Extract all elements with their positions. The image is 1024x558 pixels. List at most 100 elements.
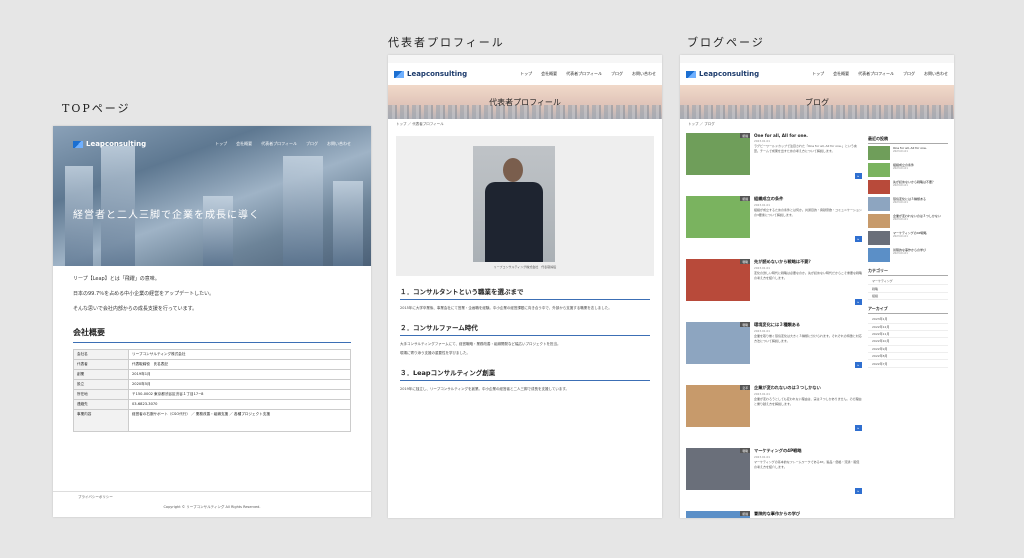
list-item[interactable]: 変革 企業が変われないのは３つしかない 2023.01.01 企業が変わろうとしても変… xyxy=(686,385,862,445)
list-item[interactable]: One for all, All for one. 2023.01.01 xyxy=(868,146,948,160)
recent-date: 2023.01.01 xyxy=(893,252,908,255)
nav-top[interactable]: トップ xyxy=(520,71,532,77)
list-item[interactable]: 企業が変われないのは３つしかない 2023.01.01 xyxy=(868,214,948,228)
read-more-button[interactable]: ▸ xyxy=(854,299,862,305)
archive-link[interactable]: 2022年12月 xyxy=(868,324,948,331)
nav-top[interactable]: トップ xyxy=(215,141,227,147)
post-title[interactable]: 組織成立の条件 xyxy=(754,196,862,202)
nav-blog[interactable]: ブログ xyxy=(903,71,915,77)
category-badge: 戦略 xyxy=(740,322,750,327)
nav-profile[interactable]: 代表者プロフィール xyxy=(858,71,894,77)
list-item[interactable]: 戦略 マーケティングの4P戦略 2023.01.01 マーケティングの基本的なフレーム… xyxy=(686,448,862,508)
post-title[interactable]: 企業が変われないのは３つしかない xyxy=(754,385,862,391)
category-badge: 組織 xyxy=(740,133,750,138)
post-thumbnail[interactable]: 戦略 xyxy=(686,322,750,364)
page-title: ブログ xyxy=(805,97,829,107)
post-date: 2023.01.01 xyxy=(754,203,771,207)
company-heading: 会社概要 xyxy=(73,328,105,337)
recent-thumbnail[interactable] xyxy=(868,248,890,262)
nav-profile[interactable]: 代表者プロフィール xyxy=(261,141,297,147)
page-title: 代表者プロフィール xyxy=(489,97,561,107)
recent-thumbnail[interactable] xyxy=(868,231,890,245)
logo[interactable]: Leapconsulting xyxy=(686,70,759,78)
category-link[interactable]: 戦略 xyxy=(868,285,948,293)
archive-link[interactable]: 2022年7月 xyxy=(868,360,948,368)
nav-contact[interactable]: お問い合わせ xyxy=(924,71,948,77)
table-row: 設立 2020年5月 xyxy=(73,379,351,390)
photo-caption: リープコンサルティング株式会社 代表取締役 xyxy=(493,265,557,269)
profile-page-screenshot: Leapconsulting トップ 会社概要 代表者プロフィール ブログ お問… xyxy=(388,55,662,518)
list-item[interactable]: 戦略 環境変化には３種類ある 2023.01.01 企業を取り巻く環境変化は大きく３種… xyxy=(686,322,862,382)
nav-blog[interactable]: ブログ xyxy=(611,71,623,77)
category-badge: 戦略 xyxy=(740,259,750,264)
list-item[interactable]: 冒険的な事作からの学び 2023.01.01 xyxy=(868,248,948,262)
breadcrumb[interactable]: トップ ／ 代表者プロフィール xyxy=(388,119,662,130)
nav-contact[interactable]: お問い合わせ xyxy=(632,71,656,77)
archive-link[interactable]: 2022年10月 xyxy=(868,338,948,346)
archive-link[interactable]: 2022年11月 xyxy=(868,331,948,339)
archive-link[interactable]: 2022年9月 xyxy=(868,346,948,353)
read-more-button[interactable]: ▸ xyxy=(854,488,862,494)
list-item[interactable]: マーケティングの4P戦略 2023.01.01 xyxy=(868,231,948,245)
recent-thumbnail[interactable] xyxy=(868,146,890,160)
list-item[interactable]: 組織成立の条件 2023.01.01 xyxy=(868,163,948,177)
post-title[interactable]: 先が読めないから戦略は不要？ xyxy=(754,259,862,265)
post-excerpt: 組織が成立するための条件とは何か。共通目的・貢献意欲・コミュニケーションの3要素… xyxy=(754,208,862,217)
list-item[interactable]: 環境変化には３種類ある 2023.01.01 xyxy=(868,197,948,211)
archive-link[interactable]: 2022年8月 xyxy=(868,353,948,361)
post-thumbnail[interactable]: 戦略 xyxy=(686,448,750,490)
breadcrumb[interactable]: トップ ／ ブログ xyxy=(680,119,954,130)
nav-company[interactable]: 会社概要 xyxy=(541,71,557,77)
post-thumbnail[interactable]: 変革 xyxy=(686,385,750,427)
nav-blog[interactable]: ブログ xyxy=(306,141,318,147)
blog-page-screenshot: Leapconsulting トップ 会社概要 代表者プロフィール ブログ お問… xyxy=(680,55,954,518)
recent-thumbnail[interactable] xyxy=(868,180,890,194)
post-title[interactable]: One for all, All for one. xyxy=(754,133,862,138)
read-more-button[interactable]: ▸ xyxy=(854,236,862,242)
read-more-button[interactable]: ▸ xyxy=(854,425,862,431)
archive-link[interactable]: 2023年1月 xyxy=(868,316,948,324)
category-link[interactable]: 組織 xyxy=(868,293,948,301)
list-item[interactable]: 組織冒険的な事作からの学び2023.01.01冒険的な挑戦から得られる学びとは。… xyxy=(686,511,862,518)
list-item[interactable]: 先が読めないから戦略は不要？ 2023.01.01 xyxy=(868,180,948,194)
list-item[interactable]: 組織 One for all, All for one. 2023.01.01 ラグビ… xyxy=(686,133,862,193)
post-title[interactable]: マーケティングの4P戦略 xyxy=(754,448,862,454)
post-thumbnail[interactable]: 組織 xyxy=(686,196,750,238)
nav-company[interactable]: 会社概要 xyxy=(833,71,849,77)
recent-date: 2023.01.01 xyxy=(893,218,908,221)
category-heading: カテゴリー xyxy=(868,268,948,276)
list-item[interactable]: 組織 組織成立の条件 2023.01.01 組織が成立するための条件とは何か。共通目的… xyxy=(686,196,862,256)
recent-thumbnail[interactable] xyxy=(868,197,890,211)
category-link[interactable]: マーケティング xyxy=(868,278,948,286)
top-page-screenshot: Leapconsulting トップ 会社概要 代表者プロフィール ブログ お問… xyxy=(53,126,371,517)
logo-icon xyxy=(73,140,83,148)
list-item[interactable]: 戦略 先が読めないから戦略は不要？ 2023.01.01 変化の激しい時代に戦略は必要… xyxy=(686,259,862,319)
copyright: Copyright © リープコンサルティング All Rights Reser… xyxy=(163,505,261,509)
logo[interactable]: Leapconsulting xyxy=(73,140,146,148)
sub-bar xyxy=(388,55,662,63)
nav-top[interactable]: トップ xyxy=(812,71,824,77)
table-row: 代表者 代表取締役 氏名表記 xyxy=(73,359,351,370)
recent-thumbnail[interactable] xyxy=(868,163,890,177)
nav-profile[interactable]: 代表者プロフィール xyxy=(566,71,602,77)
post-date: 2023.01.01 xyxy=(754,266,771,270)
read-more-button[interactable]: ▸ xyxy=(854,362,862,368)
post-title[interactable]: 冒険的な事作からの学び xyxy=(754,511,862,517)
category-badge: 組織 xyxy=(740,511,750,516)
nav-contact[interactable]: お問い合わせ xyxy=(327,141,351,147)
logo-icon xyxy=(686,70,696,78)
post-title[interactable]: 環境変化には３種類ある xyxy=(754,322,862,328)
post-excerpt: 変化の激しい時代に戦略は必要なのか。先が読めない時代だからこそ重要な戦略の考え方… xyxy=(754,271,862,280)
post-thumbnail[interactable]: 戦略 xyxy=(686,259,750,301)
post-thumbnail[interactable]: 組織 xyxy=(686,511,750,518)
privacy-link[interactable]: プライバシーポリシー xyxy=(78,495,113,500)
caption-profile: 代表者プロフィール xyxy=(388,36,505,49)
category-badge: 変革 xyxy=(740,385,750,390)
recent-date: 2023.01.01 xyxy=(893,235,908,238)
recent-date: 2023.01.01 xyxy=(893,201,908,204)
recent-thumbnail[interactable] xyxy=(868,214,890,228)
logo[interactable]: Leapconsulting xyxy=(394,70,467,78)
post-thumbnail[interactable]: 組織 xyxy=(686,133,750,175)
read-more-button[interactable]: ▸ xyxy=(854,173,862,179)
nav-company[interactable]: 会社概要 xyxy=(236,141,252,147)
